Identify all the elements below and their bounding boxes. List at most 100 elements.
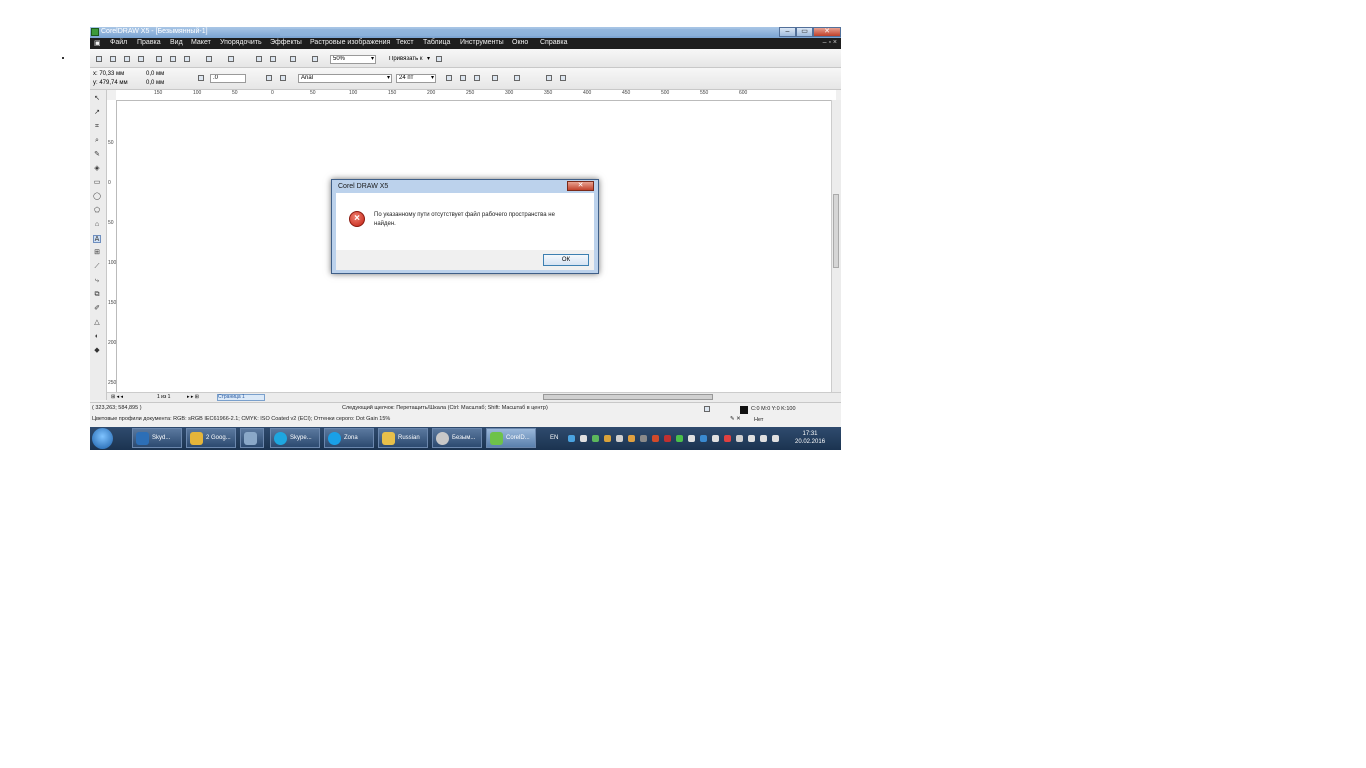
flag-icon[interactable]: [760, 435, 767, 442]
menu-help[interactable]: Справка: [540, 39, 567, 46]
copy-icon[interactable]: [170, 56, 176, 62]
underline-icon[interactable]: [474, 75, 480, 81]
tray-icon-8[interactable]: [652, 435, 659, 442]
basic-shapes-tool-icon[interactable]: ⌂: [93, 221, 101, 229]
horizontal-scroll-thumb[interactable]: [543, 394, 713, 400]
page-nav-arrows[interactable]: ⊞ ◂ ◂: [111, 394, 123, 400]
tray-icon-6[interactable]: [628, 435, 635, 442]
horizontal-ruler[interactable]: 150 100 50 0 50 100 150 200 250 300 350 400 450 500 55…: [116, 90, 836, 101]
x-position[interactable]: x: 70,33 мм: [93, 71, 124, 77]
menu-arrange[interactable]: Упорядочить: [220, 39, 262, 46]
restore-button[interactable]: ▭: [796, 27, 813, 37]
tray-icon-3[interactable]: [592, 435, 599, 442]
ellipse-tool-icon[interactable]: ◯: [93, 193, 101, 201]
menu-view[interactable]: Вид: [170, 39, 183, 46]
eyedropper-tool-icon[interactable]: ✐: [93, 305, 101, 313]
width-field[interactable]: 0,0 мм: [146, 71, 164, 77]
print-icon[interactable]: [138, 56, 144, 62]
fill-swatch[interactable]: [740, 406, 748, 414]
blend-tool-icon[interactable]: ⧉: [93, 291, 101, 299]
language-indicator[interactable]: EN: [550, 435, 558, 441]
mirror-v-icon[interactable]: [280, 75, 286, 81]
font-size-combo[interactable]: 24 пт ▾: [396, 74, 436, 83]
polygon-tool-icon[interactable]: ⬠: [93, 207, 101, 215]
italic-icon[interactable]: [460, 75, 466, 81]
interactive-fill-tool-icon[interactable]: ◆: [93, 347, 101, 355]
tray-icon-12[interactable]: [700, 435, 707, 442]
menu-effects[interactable]: Эффекты: [270, 39, 302, 46]
document-window-controls[interactable]: – ▫ ×: [823, 39, 837, 46]
taskbar-app3[interactable]: [240, 428, 264, 448]
volume-icon[interactable]: [772, 435, 779, 442]
ok-button[interactable]: ОК: [543, 254, 589, 266]
taskbar-skydrive[interactable]: Skyd...: [132, 428, 182, 448]
parallel-dimension-tool-icon[interactable]: ⟋: [93, 263, 101, 271]
menu-table[interactable]: Таблица: [423, 39, 450, 46]
text-tool-icon[interactable]: A: [93, 235, 101, 243]
rectangle-tool-icon[interactable]: ▭: [93, 179, 101, 187]
menu-file[interactable]: Файл: [110, 39, 127, 46]
outline-pen-tool-icon[interactable]: △: [93, 319, 101, 327]
open-icon[interactable]: [110, 56, 116, 62]
save-icon[interactable]: [124, 56, 130, 62]
menu-bitmaps[interactable]: Растровые изображения: [310, 39, 390, 46]
undo-icon[interactable]: [206, 56, 212, 62]
tray-icon-5[interactable]: [616, 435, 623, 442]
redo-icon[interactable]: [228, 56, 234, 62]
start-button[interactable]: [92, 428, 113, 449]
vertical-scroll-thumb[interactable]: [833, 194, 839, 268]
zoom-tool-icon[interactable]: ⌕: [93, 137, 101, 145]
taskbar-chrome[interactable]: 2 Goog...: [186, 428, 236, 448]
tray-icon-13[interactable]: [712, 435, 719, 442]
text-align-icon[interactable]: [492, 75, 498, 81]
app-launcher-icon[interactable]: [290, 56, 296, 62]
tray-icon-10[interactable]: [676, 435, 683, 442]
system-clock[interactable]: 17:31 20.02.2016: [795, 430, 825, 446]
tray-icon-14[interactable]: [724, 435, 731, 442]
bold-icon[interactable]: [446, 75, 452, 81]
page-nav-forward[interactable]: ▸ ▸ ⊞: [187, 394, 199, 400]
cut-icon[interactable]: [156, 56, 162, 62]
minimize-button[interactable]: –: [779, 27, 796, 37]
taskbar-folder[interactable]: Russian: [378, 428, 428, 448]
snap-to-combo[interactable]: Привязать к ▾: [386, 55, 432, 64]
text-orientation-icon[interactable]: [560, 75, 566, 81]
crop-tool-icon[interactable]: ⌗: [93, 123, 101, 131]
network-icon[interactable]: [748, 435, 755, 442]
edit-text-icon[interactable]: [546, 75, 552, 81]
menu-text[interactable]: Текст: [396, 39, 414, 46]
freehand-tool-icon[interactable]: ✎: [93, 151, 101, 159]
import-icon[interactable]: [256, 56, 262, 62]
close-button[interactable]: ✕: [813, 27, 841, 37]
height-field[interactable]: 0,0 мм: [146, 80, 164, 86]
tray-icon-4[interactable]: [604, 435, 611, 442]
tray-icon-9[interactable]: [664, 435, 671, 442]
menu-tools[interactable]: Инструменты: [460, 39, 504, 46]
table-tool-icon[interactable]: ⊞: [93, 249, 101, 257]
tray-icon-11[interactable]: [688, 435, 695, 442]
zoom-level-combo[interactable]: 50% ▾: [330, 55, 376, 64]
tray-icon-7[interactable]: [640, 435, 647, 442]
pick-tool-icon[interactable]: ↖: [93, 95, 101, 103]
taskbar-skype[interactable]: Skype...: [270, 428, 320, 448]
vertical-ruler[interactable]: 50 0 50 100 150 200 250: [107, 100, 117, 400]
connector-tool-icon[interactable]: ⤷: [93, 277, 101, 285]
tray-icon-2[interactable]: [580, 435, 587, 442]
menu-edit[interactable]: Правка: [137, 39, 161, 46]
shape-tool-icon[interactable]: ↗: [93, 109, 101, 117]
menu-window[interactable]: Окно: [512, 39, 528, 46]
dialog-close-button[interactable]: ✕: [567, 181, 594, 191]
page-tab-1[interactable]: Страница 1: [217, 394, 265, 401]
y-position[interactable]: y: 479,74 мм: [93, 80, 128, 86]
vertical-scrollbar[interactable]: [831, 100, 841, 392]
paste-icon[interactable]: [184, 56, 190, 62]
rotation-field[interactable]: .0: [210, 74, 246, 83]
welcome-screen-icon[interactable]: [312, 56, 318, 62]
export-icon[interactable]: [270, 56, 276, 62]
fill-tool-icon[interactable]: ◐: [93, 333, 101, 341]
mirror-h-icon[interactable]: [266, 75, 272, 81]
taskbar-zona[interactable]: Zona: [324, 428, 374, 448]
new-icon[interactable]: [96, 56, 102, 62]
menu-layout[interactable]: Макет: [191, 39, 211, 46]
smart-fill-tool-icon[interactable]: ◈: [93, 165, 101, 173]
